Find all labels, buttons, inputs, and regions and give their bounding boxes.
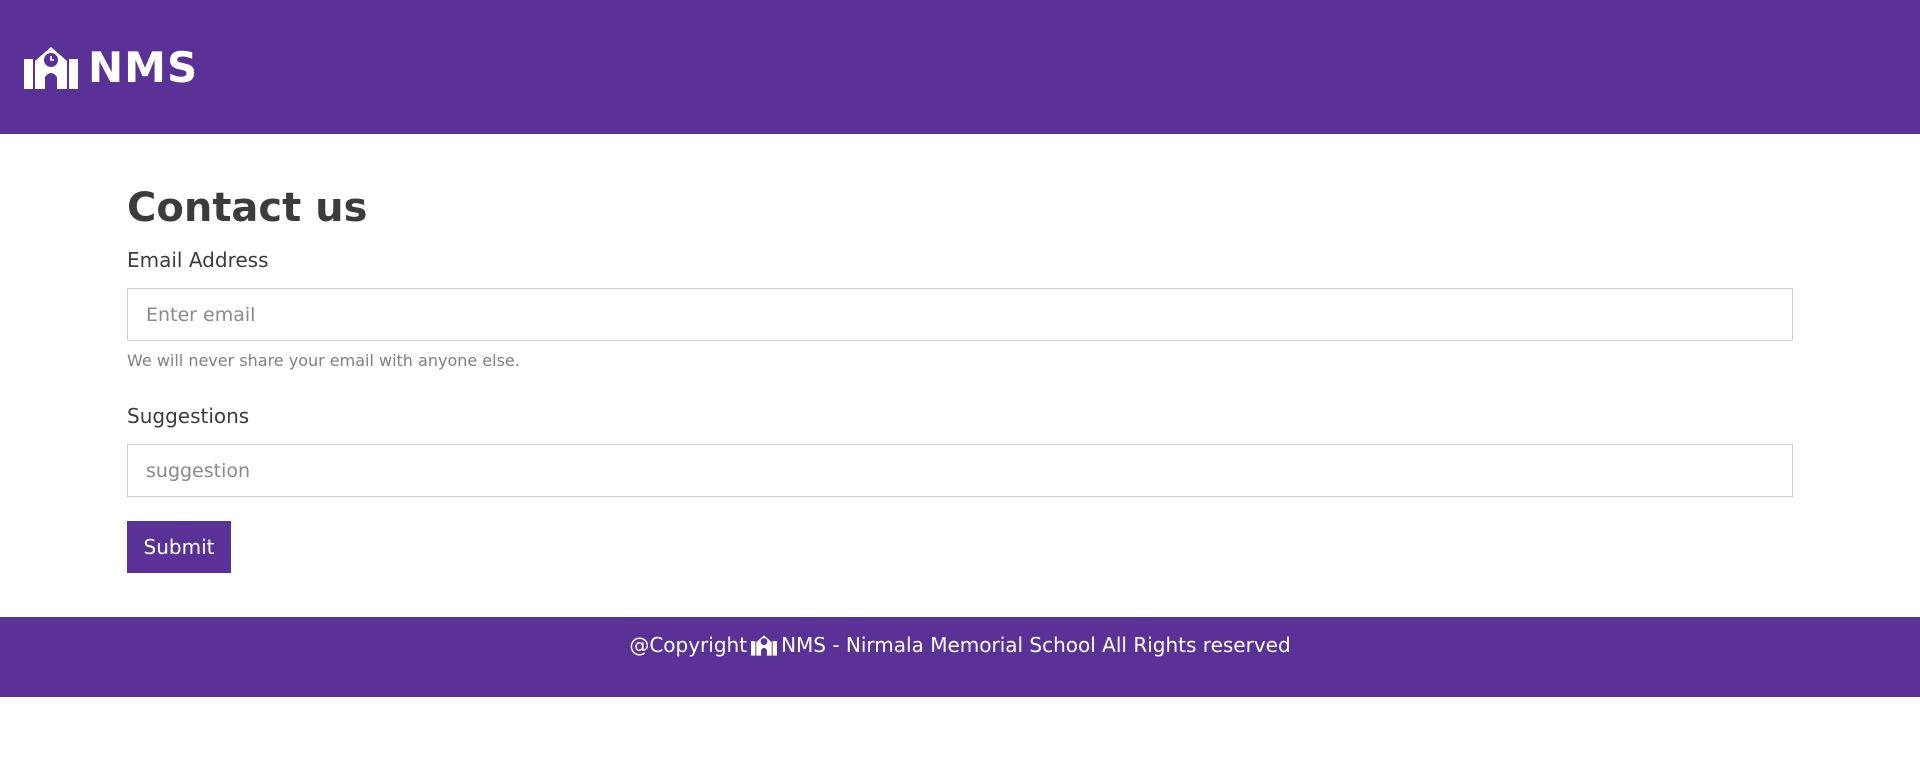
email-field[interactable] bbox=[127, 288, 1793, 341]
navbar: NMS bbox=[0, 0, 1920, 134]
brand-name: NMS bbox=[88, 42, 199, 92]
brand-link[interactable]: NMS bbox=[24, 43, 198, 92]
suggestion-field[interactable] bbox=[127, 444, 1793, 497]
submit-button[interactable]: Submit bbox=[127, 521, 231, 573]
copyright-line: @Copyright NMS - Nirmala Memorial School… bbox=[629, 633, 1290, 657]
email-help-text: We will never share your email with anyo… bbox=[127, 351, 520, 370]
contact-section: Contact us Email Address We will never s… bbox=[0, 134, 1920, 617]
school-icon bbox=[751, 634, 778, 656]
email-label: Email Address bbox=[127, 248, 269, 272]
footer: @Copyright NMS - Nirmala Memorial School… bbox=[0, 617, 1920, 697]
copyright-text: NMS - Nirmala Memorial School All Rights… bbox=[781, 633, 1291, 657]
page-title: Contact us bbox=[127, 185, 368, 231]
copyright-prefix: @Copyright bbox=[629, 633, 748, 657]
suggestions-label: Suggestions bbox=[127, 404, 250, 428]
school-icon bbox=[24, 45, 78, 89]
